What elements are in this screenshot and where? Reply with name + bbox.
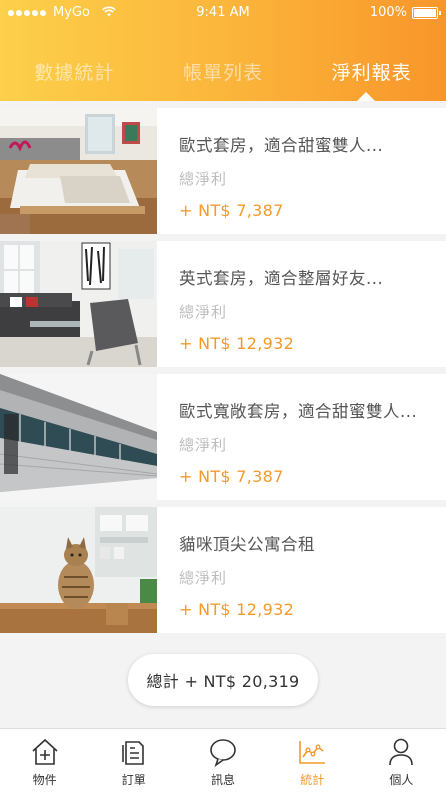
nav-item-profile[interactable]: 個人 <box>357 729 446 794</box>
chat-bubble-icon <box>210 739 236 767</box>
nav-label: 統計 <box>300 773 325 787</box>
battery-status: 100% <box>369 5 441 20</box>
nav-label: 訊息 <box>211 773 236 787</box>
listing-amount: + NT$ 7,387 <box>179 467 284 486</box>
person-icon <box>389 738 414 766</box>
battery-icon <box>412 6 441 19</box>
listing-title: 貓咪頂尖公寓合租 <box>179 535 315 554</box>
house-plus-icon <box>32 738 58 765</box>
nav-label: 個人 <box>389 773 414 787</box>
listing-amount: + NT$ 12,932 <box>179 334 295 353</box>
tab-statistics[interactable]: 數據統計 <box>0 58 149 98</box>
bedroom-photo <box>0 108 157 234</box>
listing-card[interactable]: 貓咪頂尖公寓合租 總淨利 + NT$ 12,932 <box>0 507 446 633</box>
listing-subtitle: 總淨利 <box>179 303 228 321</box>
app-header: MyGo 9:41 AM 100% 數據統計 帳單列表 淨利報表 <box>0 0 446 101</box>
listing-subtitle: 總淨利 <box>179 569 228 587</box>
building-exterior-photo <box>0 374 157 500</box>
listing-amount: + NT$ 7,387 <box>179 201 284 220</box>
bottom-nav: 物件 訂單 訊息 統計 個人 <box>0 728 446 794</box>
listing-card[interactable]: 英式套房，適合整層好友... 總淨利 + NT$ 12,932 <box>0 241 446 367</box>
status-bar: MyGo 9:41 AM 100% <box>0 0 446 26</box>
nav-label: 物件 <box>32 773 57 787</box>
listing-subtitle: 總淨利 <box>179 170 228 188</box>
listing-card[interactable]: 歐式寬敞套房，適合甜蜜雙人... 總淨利 + NT$ 7,387 <box>0 374 446 500</box>
listing-info: 貓咪頂尖公寓合租 總淨利 + NT$ 12,932 <box>157 507 446 633</box>
nav-item-orders[interactable]: 訂單 <box>89 729 178 794</box>
nav-item-statistics[interactable]: 統計 <box>268 729 357 794</box>
listing-info: 英式套房，適合整層好友... 總淨利 + NT$ 12,932 <box>157 241 446 367</box>
listing-card[interactable]: 歐式套房，適合甜蜜雙人... 總淨利 + NT$ 7,387 <box>0 108 446 234</box>
report-tabs: 數據統計 帳單列表 淨利報表 <box>0 58 446 98</box>
listing-title: 歐式套房，適合甜蜜雙人... <box>179 136 384 155</box>
total-net-profit-badge: 總計 + NT$ 20,319 <box>128 654 318 706</box>
living-room-photo <box>0 241 157 367</box>
cat-kitchen-photo <box>0 507 157 633</box>
tab-bill-list[interactable]: 帳單列表 <box>149 58 298 98</box>
document-icon <box>121 741 144 765</box>
nav-item-properties[interactable]: 物件 <box>0 729 89 794</box>
listing-amount: + NT$ 12,932 <box>179 600 295 619</box>
nav-label: 訂單 <box>121 773 146 787</box>
listing-list: 歐式套房，適合甜蜜雙人... 總淨利 + NT$ 7,387 英式套房，適合整層… <box>0 108 446 640</box>
listing-info: 歐式套房，適合甜蜜雙人... 總淨利 + NT$ 7,387 <box>157 108 446 234</box>
listing-subtitle: 總淨利 <box>179 436 228 454</box>
listing-title: 英式套房，適合整層好友... <box>179 269 384 288</box>
active-tab-indicator <box>357 92 375 101</box>
nav-item-messages[interactable]: 訊息 <box>178 729 267 794</box>
battery-percent: 100% <box>369 5 407 20</box>
line-chart-icon <box>299 741 326 764</box>
listing-info: 歐式寬敞套房，適合甜蜜雙人... 總淨利 + NT$ 7,387 <box>157 374 446 500</box>
listing-title: 歐式寬敞套房，適合甜蜜雙人... <box>179 402 418 421</box>
